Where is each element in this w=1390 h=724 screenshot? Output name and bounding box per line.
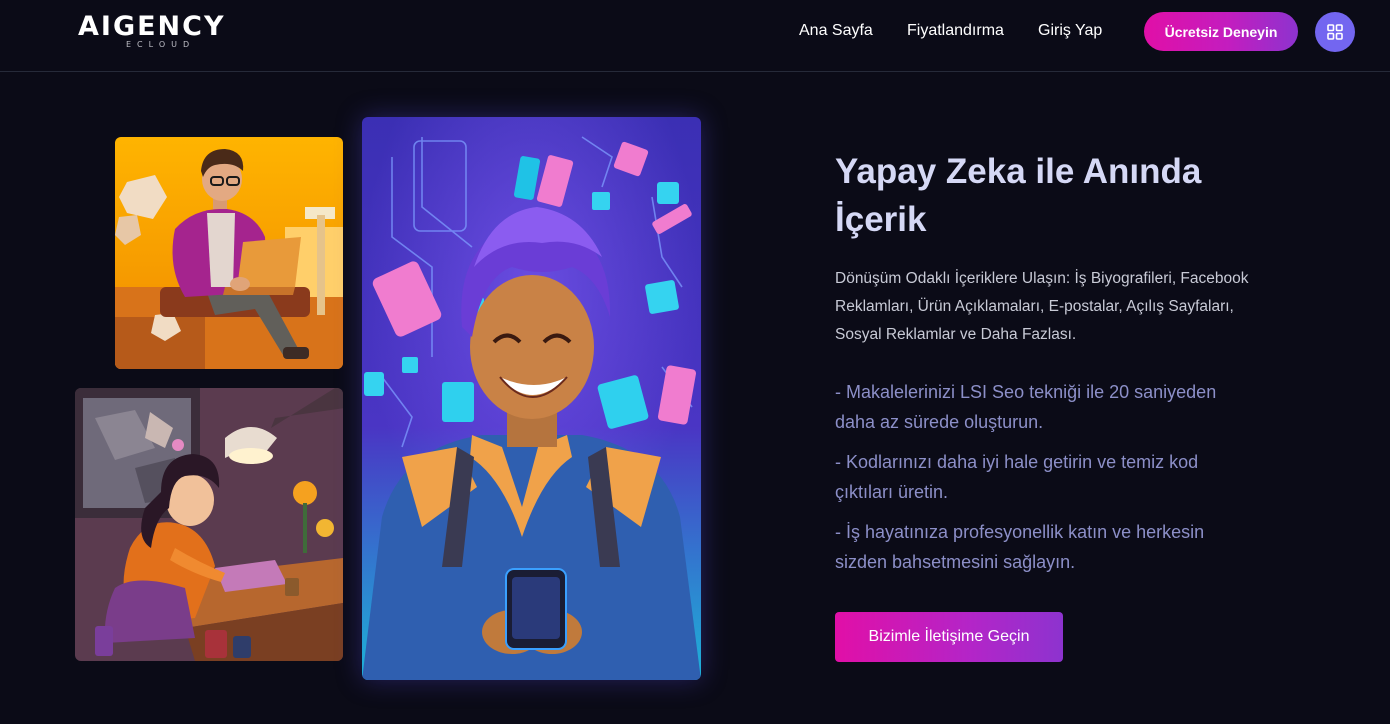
site-header: AIGENCY ECLOUD Ana Sayfa Fiyatlandırma G… (0, 0, 1390, 72)
grid-menu-button[interactable] (1315, 12, 1355, 52)
logo-text: AIGENCY (78, 11, 226, 42)
contact-us-button[interactable]: Bizimle İletişime Geçin (835, 612, 1063, 662)
illustration-girl-painting (75, 388, 343, 661)
logo[interactable]: AIGENCY ECLOUD (78, 12, 268, 56)
logo-subtext: ECLOUD (126, 40, 196, 49)
free-trial-button[interactable]: Ücretsiz Deneyin (1144, 12, 1298, 51)
hero-title: Yapay Zeka ile Anında İçerik (835, 152, 1202, 239)
illustration-man-with-laptop (115, 137, 343, 369)
nav-link-home[interactable]: Ana Sayfa (799, 21, 873, 41)
nav-link-login[interactable]: Giriş Yap (1038, 21, 1102, 41)
nav-link-pricing[interactable]: Fiyatlandırma (907, 21, 1004, 41)
hero-description: Dönüşüm Odaklı İçeriklere Ulaşın: İş Biy… (835, 270, 1249, 343)
grid-icon (1327, 24, 1343, 40)
illustration-person-with-phone (362, 117, 701, 680)
feature-item-code: - Kodlarınızı daha iyi hale getirin ve t… (835, 452, 1199, 502)
feature-item-seo: - Makalelerinizi LSI Seo tekniği ile 20 … (835, 382, 1217, 432)
feature-item-professional: - İş hayatınıza profesyonellik katın ve … (835, 522, 1205, 572)
